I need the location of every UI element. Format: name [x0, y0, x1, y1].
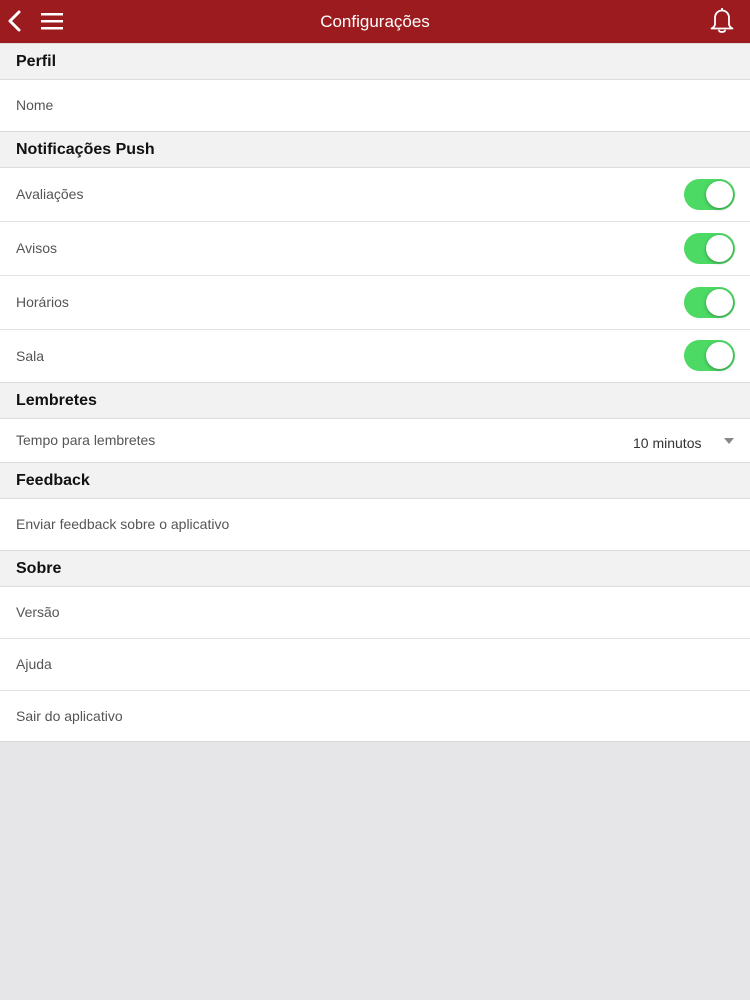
- row-label: Horários: [16, 294, 69, 310]
- settings-list: Perfil Nome Notificações Push Avaliações…: [0, 43, 750, 741]
- section-title: Notificações Push: [16, 141, 155, 158]
- toggle-knob: [706, 181, 733, 208]
- section-title: Perfil: [16, 53, 57, 70]
- section-header-lembretes: Lembretes: [0, 382, 750, 419]
- row-label: Avaliações: [16, 186, 84, 202]
- row-enviar-feedback[interactable]: Enviar feedback sobre o aplicativo: [0, 499, 750, 551]
- toggle-knob: [706, 289, 733, 316]
- empty-area: [0, 741, 750, 1000]
- section-header-push: Notificações Push: [0, 131, 750, 168]
- row-label: Sala: [16, 348, 45, 364]
- row-label: Nome: [16, 97, 54, 113]
- toggle-knob: [706, 342, 733, 369]
- row-label: Versão: [16, 604, 60, 620]
- row-label: Sair do aplicativo: [16, 708, 123, 724]
- page-title: Configurações: [320, 12, 430, 31]
- row-ajuda[interactable]: Ajuda: [0, 639, 750, 691]
- row-horarios: Horários: [0, 276, 750, 330]
- section-title: Sobre: [16, 560, 62, 577]
- section-title: Lembretes: [16, 392, 97, 409]
- row-avaliacoes: Avaliações: [0, 168, 750, 222]
- row-label: Ajuda: [16, 656, 52, 672]
- section-title: Feedback: [16, 472, 90, 489]
- toggle-sala[interactable]: [684, 340, 735, 371]
- bell-icon[interactable]: [709, 8, 735, 35]
- row-tempo-lembretes[interactable]: Tempo para lembretes 10 minutos: [0, 419, 750, 463]
- toggle-avaliacoes[interactable]: [684, 179, 735, 210]
- section-header-feedback: Feedback: [0, 462, 750, 499]
- row-avisos: Avisos: [0, 222, 750, 276]
- toggle-horarios[interactable]: [684, 287, 735, 318]
- reminder-select-value[interactable]: 10 minutos: [633, 422, 701, 465]
- row-sala: Sala: [0, 330, 750, 383]
- row-label: Enviar feedback sobre o aplicativo: [16, 516, 230, 532]
- row-label: Avisos: [16, 240, 57, 256]
- top-bar: Configurações: [0, 0, 750, 43]
- toggle-knob: [706, 235, 733, 262]
- caret-down-icon[interactable]: [724, 438, 734, 444]
- toggle-avisos[interactable]: [684, 233, 735, 264]
- row-versao[interactable]: Versão: [0, 587, 750, 639]
- row-sair[interactable]: Sair do aplicativo: [0, 691, 750, 741]
- section-header-perfil: Perfil: [0, 43, 750, 80]
- row-nome[interactable]: Nome: [0, 80, 750, 132]
- section-header-sobre: Sobre: [0, 550, 750, 587]
